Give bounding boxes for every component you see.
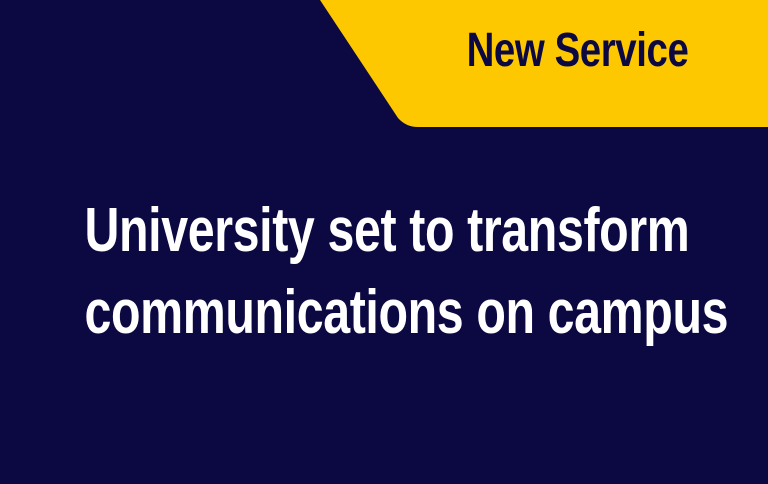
category-banner: New Service — [0, 0, 768, 130]
headline: University set to transform communicatio… — [0, 190, 768, 354]
category-label: New Service — [466, 24, 689, 77]
news-card: New Service University set to transform … — [0, 0, 768, 484]
headline-line-1: University set to transform — [84, 196, 690, 265]
headline-line-2: communications on campus — [84, 278, 729, 347]
